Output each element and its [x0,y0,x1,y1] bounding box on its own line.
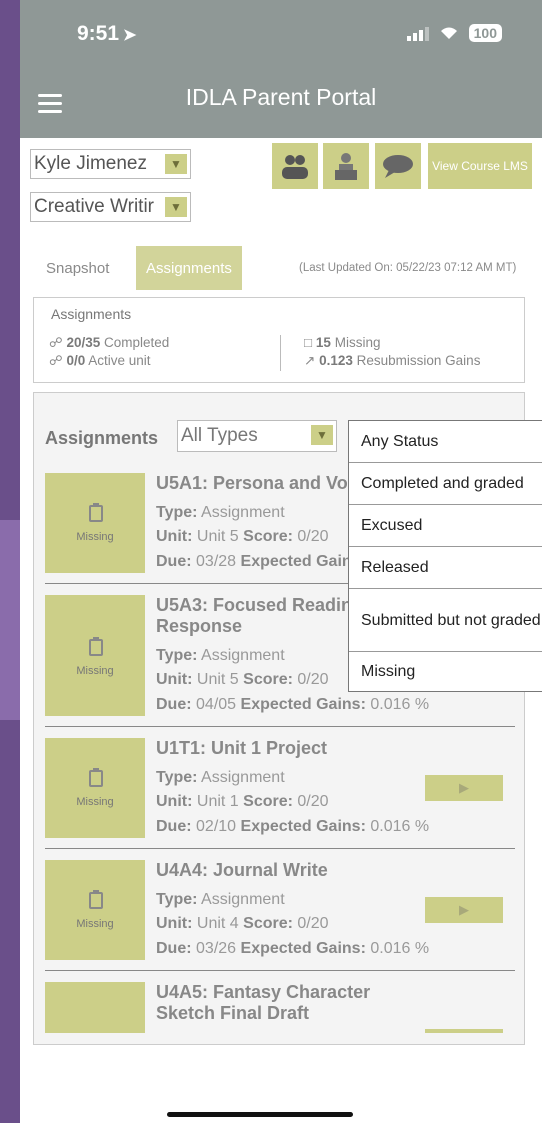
assignment-title: U4A4: Journal Write [156,860,328,880]
card-divider [45,848,515,849]
assignment-title: U1T1: Unit 1 Project [156,738,328,758]
assignment-due: Due: 03/28 Expected Gains: [156,553,366,570]
status-icons: 100 [406,24,502,42]
play-icon: ▶ [459,902,469,917]
assignments-filter-label: Assignments [45,428,159,448]
assignment-unit-score: Unit: Unit 1 Score: 0/20 [156,793,329,810]
play-button[interactable]: ▶ [425,775,503,801]
signal-icon [406,25,429,41]
status-option-any[interactable]: Any Status [349,421,542,463]
status-option-excused[interactable]: Excused [349,505,542,547]
student-select-value: Kyle Jimenez [34,153,147,174]
status-label: Missing [76,665,114,677]
assignment-card[interactable]: U4A5: Fantasy Character Sketch Final Draf… [45,982,515,1033]
teacher-icon [335,153,357,180]
missing-icon: □ [304,335,313,350]
chevron-down-icon: ▼ [165,154,187,174]
assignment-unit-score: Unit: Unit 5 Score: 0/20 [156,671,329,688]
active-unit-stat: ☍ 0/0 Active unit [49,353,151,368]
assignment-unit-score: Unit: Unit 4 Score: 0/20 [156,915,329,932]
assignment-title: U4A5: Fantasy Character Sketch Final Draf… [156,982,371,1023]
time-text: 9:51 [77,22,120,45]
clipboard-icon [89,768,103,787]
status-label: Missing [76,531,114,543]
status-option-missing[interactable]: Missing [349,652,542,692]
contacts-button[interactable] [272,143,318,189]
assignment-type: Type: Assignment [156,647,285,664]
completed-stat: ☍ 20/35 Completed [49,335,170,350]
course-select-value: Creative Writir [34,196,154,217]
assignment-unit-score: Unit: Unit 5 Score: 0/20 [156,528,329,545]
battery-icon: 100 [468,24,502,42]
play-button[interactable] [425,1029,503,1033]
chevron-down-icon: ▼ [165,197,187,217]
summary-title: Assignments [51,306,132,322]
assignments-summary: Assignments ☍ 20/35 Completed ☍ 0/0 Acti… [33,297,525,383]
people-icon [282,155,308,179]
background-band [0,520,20,720]
clipboard-icon: ☍ [49,335,63,350]
clipboard-icon: ☍ [49,353,63,368]
phone-screen: 9:51 ➤ 100 IDLA Parent Portal Kyle Jimene… [20,0,542,1123]
missing-stat: □ 15 Missing [304,335,381,350]
top-bar: 9:51 ➤ 100 IDLA Parent Portal [20,0,542,138]
assignment-type: Type: Assignment [156,769,285,786]
status-option-completed-graded[interactable]: Completed and graded [349,463,542,505]
card-divider [45,970,515,971]
assignment-due: Due: 02/10 Expected Gains: 0.016 % [156,818,430,835]
clipboard-icon [89,503,103,522]
play-icon: ▶ [459,780,469,795]
status-time: 9:51 ➤ [77,22,136,46]
summary-divider [280,335,281,371]
assignment-type: Type: Assignment [156,891,285,908]
tab-snapshot[interactable]: Snapshot [46,246,109,290]
clipboard-icon [89,890,103,909]
messages-button[interactable] [375,143,421,189]
teacher-button[interactable] [323,143,369,189]
course-select[interactable]: Creative Writir ▼ [30,192,191,222]
play-button[interactable]: ▶ [425,897,503,923]
assignment-status-tile: Missing [45,860,145,960]
arrow-up-right-icon: ↗ [304,353,316,368]
chevron-down-icon: ▼ [311,425,333,445]
view-course-lms-button[interactable]: View Course LMS [428,143,532,189]
tab-assignments[interactable]: Assignments [136,246,242,290]
assignment-status-tile [45,982,145,1033]
clipboard-icon [89,637,103,656]
resubmission-gains-stat: ↗ 0.123 Resubmission Gains [304,353,481,368]
status-label: Missing [76,918,114,930]
type-filter-select[interactable]: All Types ▼ [177,420,337,452]
type-filter-value: All Types [181,425,258,446]
assignment-due: Due: 04/05 Expected Gains: 0.016 % [156,696,430,713]
chat-icon [383,155,413,178]
app-title: IDLA Parent Portal [185,84,377,110]
location-arrow-icon: ➤ [123,27,137,44]
status-label: Missing [76,796,114,808]
assignment-card[interactable]: Missing U1T1: Unit 1 Project Type: Assig… [45,738,515,838]
assignment-card[interactable]: Missing U4A4: Journal Write Type: Assign… [45,860,515,960]
student-select[interactable]: Kyle Jimenez ▼ [30,149,191,179]
assignment-status-tile: Missing [45,473,145,573]
assignment-type: Type: Assignment [156,504,285,521]
card-divider [45,726,515,727]
assignment-status-tile: Missing [45,595,145,716]
status-option-submitted-not-graded[interactable]: Submitted but not graded [349,589,542,652]
last-updated-text: (Last Updated On: 05/22/23 07:12 AM MT) [299,262,517,274]
assignment-due: Due: 03/26 Expected Gains: 0.016 % [156,940,430,957]
home-indicator[interactable] [167,1112,353,1117]
status-filter-dropdown: Any Status Completed and graded Excused … [348,420,542,692]
status-option-released[interactable]: Released [349,547,542,589]
wifi-icon [440,27,457,39]
assignment-status-tile: Missing [45,738,145,838]
